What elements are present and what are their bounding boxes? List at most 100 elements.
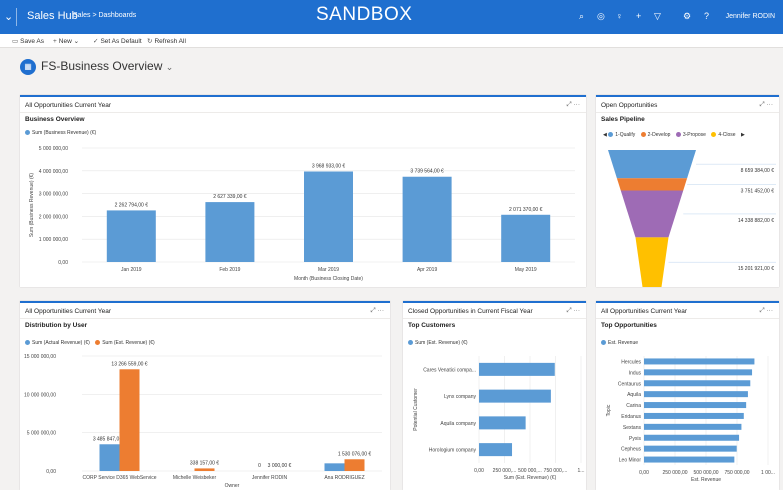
y-tick-label: 0,00 — [46, 469, 56, 475]
card-top-opportunities: All Opportunities Current Year ⤢ ··· Top… — [596, 301, 779, 490]
data-label: 1 530 076,00 € — [338, 451, 372, 457]
y-tick-label: 5 000 000,00 — [27, 431, 56, 437]
breadcrumb[interactable]: Sales > Dashboards — [73, 12, 136, 19]
x-tick-label: Jennifer RODIN — [252, 475, 288, 481]
bar — [344, 459, 365, 471]
y-axis-label: Topic — [606, 404, 612, 416]
help-icon[interactable]: ? — [704, 11, 709, 21]
chevron-down-icon: ⌄ — [73, 38, 80, 45]
y-tick-label: 5 000 000,00 — [39, 146, 68, 152]
top-nav-bar: ⌄ Sales Hub Sales > Dashboards SANDBOX ⌕… — [0, 0, 783, 34]
x-axis-label: Owner — [225, 483, 240, 489]
top-customers-chart: 0,00 250 000,... 500 000,... 750 000,... 1..… — [413, 356, 585, 481]
data-label: 8 659 384,00 € — [741, 168, 775, 174]
data-label: 0 — [258, 463, 261, 469]
funnel-segment — [608, 150, 696, 179]
bar — [99, 444, 120, 471]
y-tick-label: 10 000 000,00 — [24, 392, 56, 398]
bar — [119, 369, 140, 471]
y-tick-label: 2 000 000,00 — [39, 214, 68, 220]
y-tick-label: Aquila — [627, 392, 641, 398]
x-tick-label: May 2019 — [515, 267, 537, 273]
chevron-down-icon[interactable]: ⌄ — [166, 62, 174, 72]
bar — [479, 443, 513, 457]
dashboard-title[interactable]: FS-Business Overview ⌄ — [41, 59, 173, 73]
y-tick-label: 4 000 000,00 — [39, 169, 68, 175]
y-tick-label: 3 000 000,00 — [39, 192, 68, 198]
new-label: New — [58, 38, 72, 45]
set-default-label: Set As Default — [100, 38, 142, 45]
bar — [644, 402, 747, 409]
y-tick-label: Aquila company — [440, 421, 476, 427]
y-tick-label: Cepheus — [621, 447, 642, 453]
funnel-segment — [635, 237, 669, 287]
bar — [479, 389, 551, 403]
x-tick-label: 1... — [578, 468, 585, 474]
bar — [644, 434, 740, 441]
x-tick-label: CORP Service D365 WebService — [82, 475, 156, 481]
x-tick-label: Feb 2019 — [219, 267, 240, 273]
bar — [644, 445, 737, 452]
user-name[interactable]: Jennifer RODIN — [726, 13, 775, 20]
data-label: 3 968 933,00 € — [312, 164, 346, 170]
x-tick-label: Mar 2019 — [318, 267, 339, 273]
sales-pipeline-funnel: 8 659 384,00 € 3 751 452,00 € 14 338 882,0… — [608, 150, 776, 287]
target-icon[interactable]: ◎ — [597, 11, 605, 22]
chevron-down-icon[interactable]: ⌄ — [4, 10, 13, 23]
y-tick-label: Pyxis — [629, 436, 641, 442]
funnel-segment — [620, 190, 684, 238]
save-as-button[interactable]: ▭ Save As — [12, 37, 44, 45]
x-axis-label: Est. Revenue — [691, 477, 721, 483]
y-tick-label: Indus — [629, 370, 642, 376]
data-label: 3 739 564,00 € — [410, 169, 444, 175]
y-axis-label: Potential Customer — [413, 388, 419, 431]
refresh-icon: ↻ — [147, 38, 153, 45]
lightbulb-icon[interactable]: ♀ — [616, 11, 623, 21]
y-axis-label: Sum (Business Revenue) (€) — [29, 173, 35, 238]
data-label: 2 262 794,00 € — [115, 202, 149, 208]
x-tick-label: 0,00 — [474, 468, 484, 474]
y-tick-label: Eridanus — [621, 414, 641, 420]
save-icon: ▭ — [12, 38, 19, 45]
data-label: 2 071 370,00 € — [509, 207, 543, 213]
data-label: 2 627 339,00 € — [213, 194, 247, 200]
bar — [644, 358, 755, 365]
dashboard-title-text: FS-Business Overview — [41, 59, 163, 73]
x-tick-label: 500 000,... — [518, 468, 542, 474]
y-tick-label: Centaurus — [618, 381, 642, 387]
dashboard-header: ▦ FS-Business Overview ⌄ — [0, 49, 783, 87]
y-tick-label: Carina — [626, 403, 641, 409]
set-default-button[interactable]: ✓ Set As Default — [93, 37, 142, 45]
data-label: 14 338 882,00 € — [738, 218, 774, 224]
y-tick-label: 0,00 — [58, 260, 68, 266]
y-tick-label: Hercules — [621, 359, 641, 365]
search-icon[interactable]: ⌕ — [579, 11, 584, 22]
bar — [205, 202, 255, 262]
refresh-all-button[interactable]: ↻ Refresh All — [147, 37, 186, 45]
top-opportunities-chart: 0,00 250 000,00 500 000,00 750 000,00 1 00..… — [606, 356, 775, 483]
bar — [501, 214, 551, 262]
bar — [402, 176, 452, 262]
y-tick-label: Leo Minor — [619, 458, 642, 464]
bar — [324, 463, 345, 471]
new-button[interactable]: + New ⌄ — [53, 37, 79, 45]
environment-label: SANDBOX — [316, 4, 413, 25]
x-tick-label: 500 000,00 — [693, 470, 718, 476]
data-label: 3 751 452,00 € — [741, 188, 775, 194]
y-tick-label: 15 000 000,00 — [24, 354, 56, 360]
business-overview-chart: 0,00 1 000 000,00 2 000 000,00 3 000 000,00… — [29, 146, 575, 282]
x-tick-label: Michelle Weisbeker — [173, 475, 217, 481]
y-tick-label: Cares Venatici compa... — [423, 367, 476, 373]
gear-icon[interactable]: ⚙ — [683, 11, 691, 22]
funnel-segment — [616, 178, 688, 191]
data-label: 13 266 559,00 € — [111, 361, 147, 367]
command-bar: ▭ Save As + New ⌄ ✓ Set As Default ↻ Refresh… — [0, 34, 783, 48]
plus-icon[interactable]: + — [636, 11, 641, 21]
x-tick-label: 1 00... — [761, 470, 775, 476]
dashboard-icon: ▦ — [20, 59, 36, 75]
bar — [644, 369, 753, 376]
x-tick-label: Jan 2019 — [121, 267, 142, 273]
checkmark-icon: ✓ — [93, 38, 99, 45]
app-name[interactable]: Sales Hub — [27, 10, 78, 22]
filter-icon[interactable]: ▽ — [654, 11, 661, 22]
